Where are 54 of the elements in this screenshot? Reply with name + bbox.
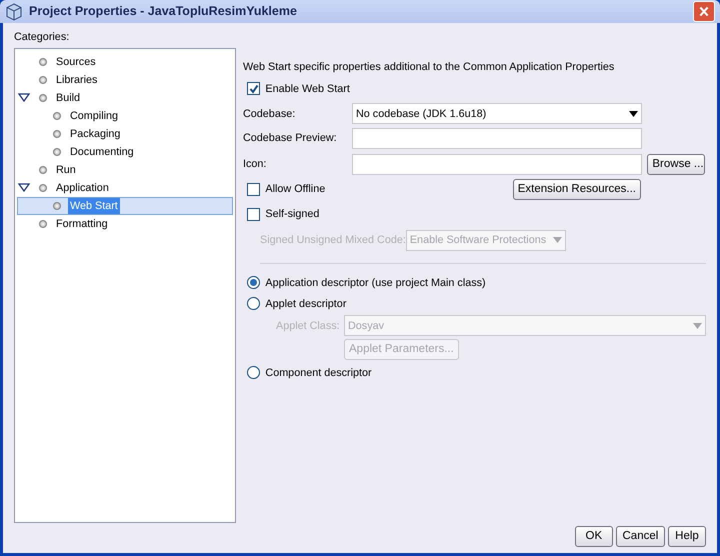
node-bullet-icon <box>53 112 61 120</box>
checkbox[interactable] <box>247 182 260 196</box>
description-text: Web Start specific properties additional to the Common Application Properties <box>243 60 616 76</box>
field-label: Codebase: <box>243 106 296 122</box>
radio-button[interactable] <box>247 366 260 380</box>
field-label: Icon: <box>243 157 268 172</box>
field-label: Codebase Preview: <box>243 131 338 146</box>
dropdown-arrow-icon <box>693 322 702 329</box>
tree-item[interactable]: Web Start <box>68 198 120 214</box>
tree-item[interactable]: Run <box>54 162 78 178</box>
input-field[interactable] <box>352 154 642 175</box>
expanded-triangle-icon[interactable] <box>18 93 30 102</box>
radio-button[interactable] <box>247 297 260 310</box>
radio-button[interactable] <box>247 276 260 290</box>
input-field[interactable] <box>352 128 642 149</box>
close-button[interactable] <box>693 1 715 22</box>
tree-item[interactable]: Sources <box>54 54 98 70</box>
node-bullet-icon <box>53 130 61 138</box>
extension-resources-button[interactable]: Extension Resources... <box>512 178 641 200</box>
dialog-button[interactable]: OK <box>574 526 613 547</box>
dropdown-arrow-icon <box>552 237 562 244</box>
node-bullet-icon <box>39 76 47 84</box>
app-icon <box>5 2 23 21</box>
field-label: Signed Unsigned Mixed Code: <box>260 233 406 248</box>
tree-item[interactable]: Application <box>54 180 111 196</box>
tree-item[interactable]: Formatting <box>54 216 110 232</box>
tree-item[interactable]: Documenting <box>68 144 136 160</box>
tree-item[interactable]: Packaging <box>68 126 122 142</box>
radio-label: Applet descriptor <box>265 296 346 312</box>
dropdown-arrow-icon <box>629 110 638 117</box>
window-title: Project Properties - JavaTopluResimYukleme <box>29 3 297 20</box>
expanded-triangle-icon[interactable] <box>18 183 30 192</box>
node-bullet-icon <box>39 220 47 228</box>
node-bullet-icon <box>39 166 47 174</box>
dialog-button[interactable]: Help <box>668 526 706 547</box>
codebase-dropdown[interactable]: No codebase (JDK 1.6u18) <box>352 103 642 124</box>
categories-label: Categories: <box>14 31 70 44</box>
checkbox-label: Allow Offline <box>265 182 326 198</box>
checkbox[interactable] <box>247 208 260 221</box>
browse-button[interactable]: Browse ... <box>647 154 706 175</box>
radio-label: Application descriptor (use project Main class) <box>265 276 486 291</box>
tree-item[interactable]: Build <box>54 90 82 106</box>
radio-label: Component descriptor <box>265 366 372 381</box>
checkbox-label: Self-signed <box>265 207 320 222</box>
dialog-button[interactable]: Cancel <box>616 526 666 547</box>
checkbox[interactable] <box>247 82 260 96</box>
node-bullet-icon <box>39 58 47 66</box>
field-label: Applet Class: <box>276 318 341 334</box>
node-bullet-icon <box>39 184 47 192</box>
checkbox-label: Enable Web Start <box>265 82 350 97</box>
node-bullet-icon <box>39 94 47 102</box>
tree-item[interactable]: Compiling <box>68 108 120 124</box>
tree-item[interactable]: Libraries <box>54 72 100 88</box>
node-bullet-icon <box>53 148 61 156</box>
